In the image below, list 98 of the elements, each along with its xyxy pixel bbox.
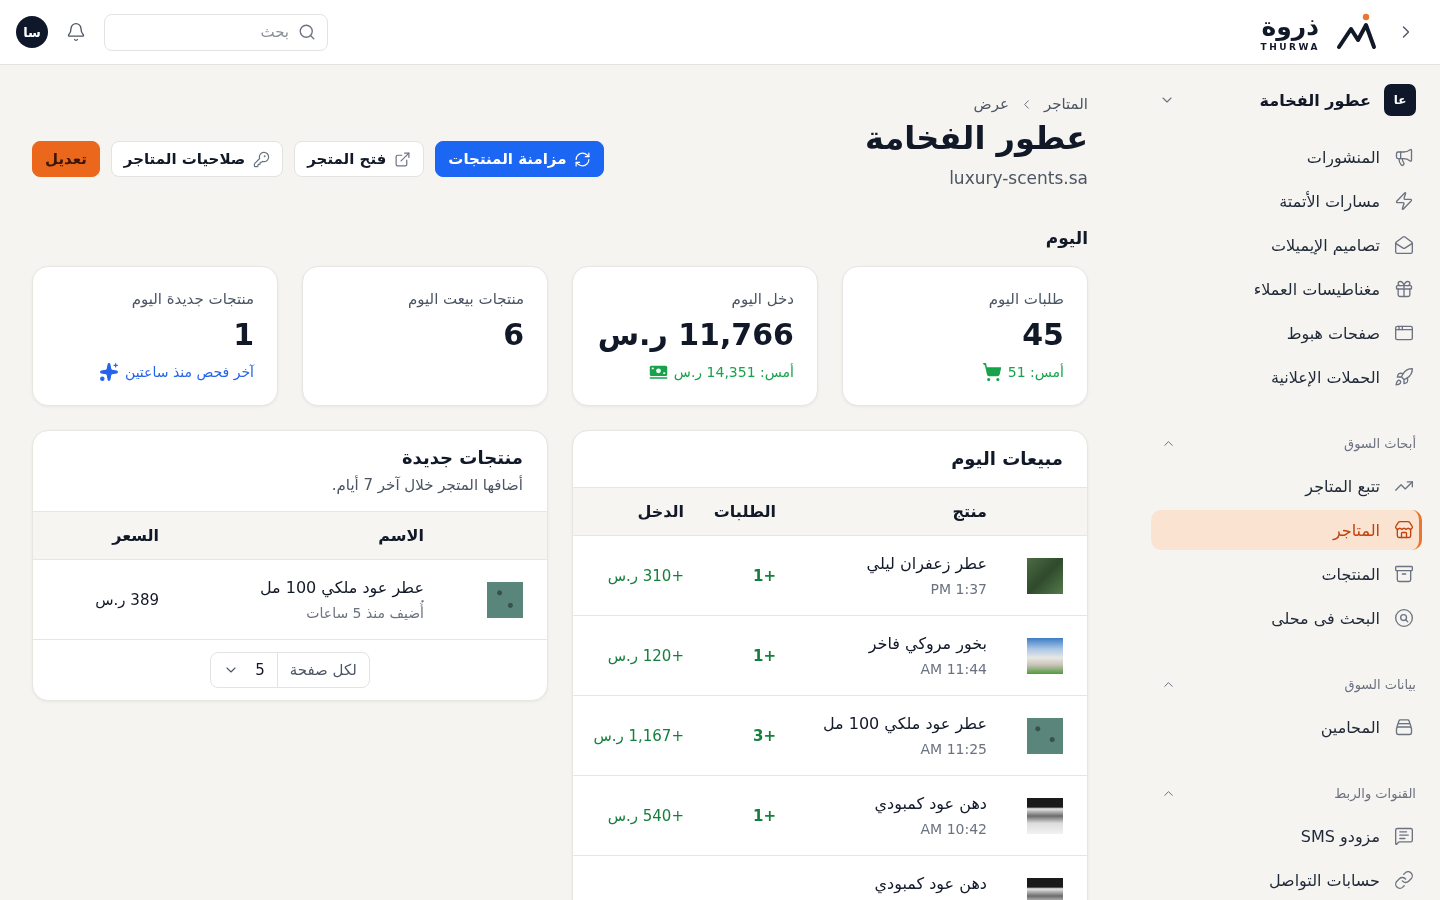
sidebar-item[interactable]: تصاميم الإيميلات: [1151, 225, 1422, 265]
bell-icon: [66, 22, 86, 42]
mountain-logo-icon: [1336, 13, 1378, 51]
product-name: عطر عود ملكي 100 مل: [258, 578, 424, 598]
revenue-amount: +310 ر.س: [606, 566, 684, 585]
sidebar-item[interactable]: المتاجر: [1151, 510, 1422, 550]
product-name: عطر عود ملكي 100 مل: [821, 714, 987, 734]
product-photo: [1027, 557, 1063, 594]
card-subtitle: أضافها المتجر خلال آخر 7 أيام.: [330, 475, 523, 495]
section-title: اليوم: [1044, 227, 1088, 250]
rocket-icon: [1394, 367, 1414, 387]
megaphone-icon: [1394, 147, 1414, 167]
sale-time: PM 1:37: [929, 580, 987, 599]
card-title: منتجات جديدة: [400, 446, 523, 470]
sidebar-item[interactable]: المحامين: [1151, 707, 1422, 747]
sidebar-item[interactable]: صفحات هبوط: [1151, 313, 1422, 353]
column-header: منتج: [951, 502, 987, 521]
sidebar-item[interactable]: البحث فى محلى: [1151, 598, 1422, 638]
user-avatar[interactable]: سا: [16, 16, 48, 48]
revenue-amount: +120 ر.س: [606, 646, 684, 665]
stat-label: منتجات جديدة اليوم: [130, 289, 254, 309]
action-button[interactable]: فتح المتجر: [294, 141, 425, 177]
product-name: دهن عود كمبودي: [873, 874, 987, 894]
store-name[interactable]: عطور الفخامة: [1259, 90, 1371, 110]
stat-note: أمس: 14,351 ر.س: [673, 362, 794, 382]
nav-group-header[interactable]: أبحاث السوق: [1151, 429, 1422, 458]
column-header: السعر: [110, 526, 159, 545]
sidebar-item[interactable]: المنتجات: [1151, 554, 1422, 594]
sparkle-icon: [98, 362, 119, 382]
stat-label: منتجات بيعت اليوم: [407, 289, 524, 309]
stat-value: 11,766 ر.س: [596, 317, 794, 353]
revenue-amount: +540 ر.س: [606, 806, 684, 825]
archive-box-icon: [1394, 564, 1414, 584]
order-count: +3: [752, 726, 776, 745]
banknote-icon: [648, 364, 668, 380]
nav-group-header[interactable]: القنوات والربط: [1151, 779, 1422, 808]
sidebar-item[interactable]: تتبع المتاجر: [1151, 466, 1422, 506]
container-icon: [1394, 717, 1414, 737]
breadcrumb-current: عرض: [973, 95, 1009, 113]
column-header: الاسم: [377, 526, 424, 545]
product-photo: [1027, 797, 1063, 834]
sale-time: AM 11:44: [919, 660, 987, 679]
sidebar-item[interactable]: مزودو SMS: [1151, 816, 1422, 856]
stat-label: طلبات اليوم: [987, 289, 1064, 309]
browser-window-icon: [1394, 323, 1414, 343]
stat-note: أمس: 51: [1007, 362, 1064, 382]
key-icon: [253, 150, 271, 168]
message-icon: [1394, 826, 1414, 846]
breadcrumb-link[interactable]: المتاجر: [1043, 95, 1088, 113]
brand-subtitle: THURWA: [1260, 41, 1320, 53]
lightning-icon: [1394, 191, 1414, 211]
product-photo: [1027, 637, 1063, 674]
sale-time: AM 10:42: [919, 820, 987, 839]
stat-value: 45: [1021, 317, 1064, 353]
envelope-icon: [1394, 235, 1414, 255]
page-title: عطور الفخامة: [865, 118, 1088, 158]
store-url: luxury-scents.sa: [948, 167, 1088, 190]
page-size-select[interactable]: 5: [211, 653, 278, 687]
stat-value: 6: [502, 317, 524, 353]
order-count: +1: [752, 646, 776, 665]
product-name: عطر زعفران ليلي: [865, 554, 987, 574]
sale-time: AM 11:25: [919, 740, 987, 759]
product-photo: [1027, 717, 1063, 754]
nav-group-header[interactable]: بيانات السوق: [1151, 670, 1422, 699]
stat-label: دخل اليوم: [730, 289, 794, 309]
card-title: مبيعات اليوم: [950, 447, 1063, 471]
search-icon: [298, 23, 316, 41]
search-field[interactable]: بحث: [104, 13, 328, 51]
order-count: +1: [752, 806, 776, 825]
store-avatar: عا: [1384, 84, 1416, 116]
search-circle-icon: [1394, 608, 1414, 628]
column-header: الطلبات: [712, 502, 776, 521]
external-link-icon: [394, 150, 412, 168]
link-icon: [1394, 870, 1414, 890]
product-name: دهن عود كمبودي: [873, 794, 987, 814]
cart-icon: [981, 362, 1002, 382]
revenue-amount: +1,167 ر.س: [592, 726, 684, 745]
sidebar-item[interactable]: حسابات التواصل: [1151, 860, 1422, 900]
sidebar-item[interactable]: المنشورات: [1151, 137, 1422, 177]
stat-note: آخر فحص منذ ساعتين: [124, 363, 254, 382]
product-name: بخور مروكي فاخر: [867, 634, 987, 654]
sync-button[interactable]: مزامنة المنتجات: [435, 141, 605, 177]
column-header: الدخل: [636, 502, 684, 521]
product-photo: [487, 581, 523, 618]
order-count: +1: [752, 566, 776, 585]
stat-value: 1: [232, 317, 254, 353]
sidebar-item[interactable]: الحملات الإعلانية: [1151, 357, 1422, 397]
storefront-icon: [1394, 520, 1414, 540]
notifications-button[interactable]: [66, 22, 86, 42]
price-amount: 389 ر.س: [94, 590, 159, 609]
brand-name: ذروة: [1261, 11, 1320, 42]
sync-icon: [574, 150, 592, 168]
page-size-label: لكل صفحة: [288, 660, 358, 681]
edit-button[interactable]: تعديل: [32, 141, 100, 177]
sidebar-item[interactable]: مسارات الأتمتة: [1151, 181, 1422, 221]
sidebar-item[interactable]: مغناطيسات العملاء: [1151, 269, 1422, 309]
action-button[interactable]: صلاحيات المتاجر: [110, 141, 284, 177]
gift-icon: [1394, 279, 1414, 299]
